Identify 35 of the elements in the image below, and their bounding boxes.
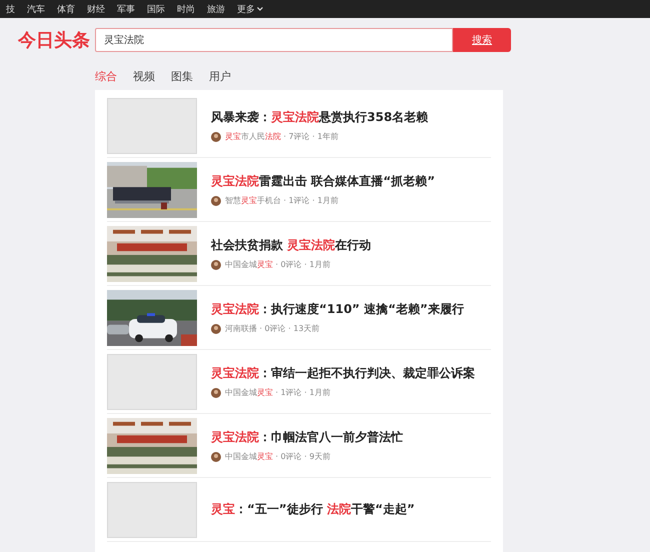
tab[interactable]: 用户 xyxy=(209,68,231,84)
article-title[interactable]: 灵宝：“五一”徒步行 法院干警“走起” xyxy=(211,501,415,518)
logo[interactable]: 今日头条 xyxy=(18,28,95,52)
nav-link[interactable]: 体育 xyxy=(57,2,81,16)
article-meta: 中国金城灵宝 · 0评论 · 9天前 xyxy=(225,451,330,462)
nav-link[interactable]: 汽车 xyxy=(27,2,51,16)
tab[interactable]: 综合 xyxy=(95,68,117,84)
avatar-icon xyxy=(211,132,221,142)
nav-link[interactable]: 时尚 xyxy=(177,2,201,16)
avatar-icon xyxy=(211,452,221,462)
avatar-icon xyxy=(211,388,221,398)
nav-link[interactable]: 更多 xyxy=(237,2,269,16)
nav-link[interactable]: 国际 xyxy=(147,2,171,16)
nav-link[interactable]: 技 xyxy=(6,2,21,16)
avatar-icon xyxy=(211,324,221,334)
avatar-icon xyxy=(211,196,221,206)
article-title[interactable]: 灵宝法院雷霆出击 联合媒体直播“抓老赖” xyxy=(211,173,435,190)
tab[interactable]: 视频 xyxy=(133,68,155,84)
article-title[interactable]: 灵宝法院：巾帼法官八一前夕普法忙 xyxy=(211,429,403,446)
article-meta: 智慧灵宝手机台 · 1评论 · 1月前 xyxy=(225,195,338,206)
article-title[interactable]: 灵宝法院：审结一起拒不执行判决、裁定罪公诉案 xyxy=(211,365,475,382)
nav-link[interactable]: 财经 xyxy=(87,2,111,16)
article-title[interactable]: 社会扶贫捐款 灵宝法院在行动 xyxy=(211,237,372,254)
article-meta: 河南联播 · 0评论 · 13天前 xyxy=(225,323,320,334)
avatar-icon xyxy=(211,260,221,270)
search-button[interactable]: 搜索 xyxy=(453,28,511,52)
article-title[interactable]: 风暴来袭：灵宝法院悬赏执行358名老赖 xyxy=(211,109,428,126)
nav-link[interactable]: 旅游 xyxy=(207,2,231,16)
tab[interactable]: 图集 xyxy=(171,68,193,84)
article-meta: 灵宝市人民法院 · 7评论 · 1年前 xyxy=(225,131,338,142)
article-meta: 中国金城灵宝 · 0评论 · 1月前 xyxy=(225,259,330,270)
article-title[interactable]: 灵宝法院：执行速度“110” 速擒“老赖”来履行 xyxy=(211,301,464,318)
article-meta: 中国金城灵宝 · 1评论 · 1月前 xyxy=(225,387,330,398)
nav-link[interactable]: 军事 xyxy=(117,2,141,16)
search-field[interactable]: 灵宝法院 xyxy=(95,28,453,52)
